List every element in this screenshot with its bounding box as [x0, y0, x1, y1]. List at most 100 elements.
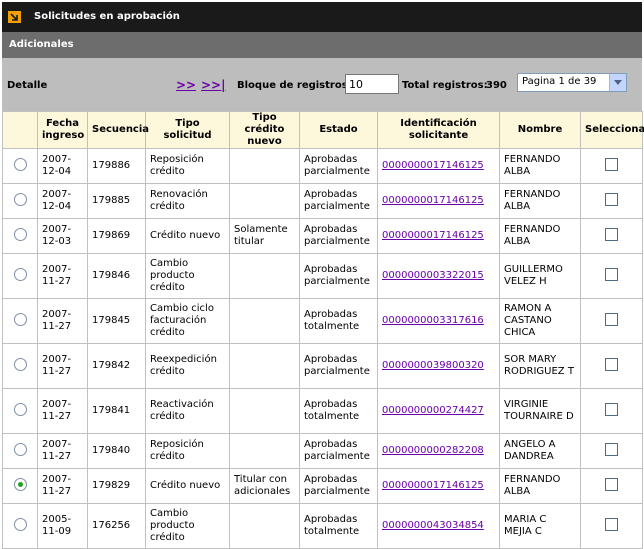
estado-cell: Aprobadas parcialmente [299, 343, 378, 389]
select-checkbox[interactable] [605, 227, 618, 241]
pagination-toolbar: Detalle >> >>| Bloque de registros: Tota… [2, 58, 642, 111]
identificacion-cell: 0000000003322015 [377, 253, 500, 299]
table-row: 2007-11-27 179842 Reexpedición crédito Apro… [2, 343, 643, 389]
identificacion-link[interactable]: 0000000003317616 [382, 315, 484, 326]
identificacion-cell: 0000000043034854 [377, 503, 500, 549]
row-radio[interactable] [13, 517, 27, 531]
tipo-cell: Reactivación crédito [145, 388, 230, 434]
col-header-tipo: Tipo solicitud [145, 111, 230, 149]
tipo-cell: Crédito nuevo [145, 468, 230, 504]
identificacion-link[interactable]: 0000000017146125 [382, 230, 484, 241]
row-radio-cell [2, 298, 38, 344]
fecha-cell: 2007-11-27 [37, 253, 88, 299]
nombre-cell: VIRGINIE TOURNAIRE D [499, 388, 581, 434]
row-radio[interactable] [13, 227, 27, 241]
row-radio[interactable] [13, 402, 27, 416]
select-checkbox[interactable] [605, 157, 618, 171]
seleccionar-cell [580, 148, 643, 184]
estado-cell: Aprobadas totalmente [299, 388, 378, 434]
col-header-radio [2, 111, 38, 149]
chevron-down-icon[interactable] [609, 74, 626, 91]
identificacion-link[interactable]: 0000000043034854 [382, 520, 484, 531]
select-checkbox[interactable] [605, 267, 618, 281]
row-radio[interactable] [13, 192, 27, 206]
seleccionar-cell [580, 388, 643, 434]
row-radio-cell [2, 433, 38, 469]
select-checkbox[interactable] [605, 357, 618, 371]
table-row: 2007-11-27 179845 Cambio ciclo facturación… [2, 298, 643, 344]
last-page-link[interactable]: >>| [201, 78, 226, 92]
block-size-input[interactable] [345, 74, 399, 94]
seleccionar-cell [580, 253, 643, 299]
requests-table: Fecha ingreso Secuencia Tipo solicitud T… [2, 111, 644, 549]
select-checkbox[interactable] [605, 312, 618, 326]
fecha-cell: 2007-12-03 [37, 218, 88, 254]
estado-cell: Aprobadas totalmente [299, 503, 378, 549]
fecha-cell: 2007-11-27 [37, 343, 88, 389]
credito-cell: Titular con adicionales [229, 468, 300, 504]
identificacion-link[interactable]: 0000000017146125 [382, 480, 484, 491]
page-select[interactable]: Pagina 1 de 39 [517, 73, 627, 92]
seleccionar-cell [580, 218, 643, 254]
secuencia-cell: 179885 [87, 183, 146, 219]
nombre-cell: FERNANDO ALBA [499, 183, 581, 219]
tipo-cell: Reexpedición crédito [145, 343, 230, 389]
identificacion-link[interactable]: 0000000017146125 [382, 195, 484, 206]
table-row: 2007-12-04 179885 Renovación crédito Aproba… [2, 183, 643, 219]
credito-cell [229, 433, 300, 469]
nombre-cell: FERNANDO ALBA [499, 218, 581, 254]
tipo-cell: Cambio ciclo facturación crédito [145, 298, 230, 344]
row-radio[interactable] [13, 267, 27, 281]
estado-cell: Aprobadas parcialmente [299, 183, 378, 219]
row-radio[interactable] [13, 357, 27, 371]
table-row: 2005-11-09 176256 Cambio producto crédito A… [2, 503, 643, 549]
fecha-cell: 2007-12-04 [37, 148, 88, 184]
table-row: 2007-12-04 179886 Reposición crédito Aproba… [2, 148, 643, 184]
select-checkbox[interactable] [605, 402, 618, 416]
credito-cell [229, 253, 300, 299]
fecha-cell: 2007-11-27 [37, 468, 88, 504]
row-radio[interactable] [13, 312, 27, 326]
identificacion-link[interactable]: 0000000017146125 [382, 160, 484, 171]
next-page-link[interactable]: >> [176, 78, 196, 92]
identificacion-link[interactable]: 0000000039800320 [382, 360, 484, 371]
table-header-row: Fecha ingreso Secuencia Tipo solicitud T… [2, 111, 644, 149]
nombre-cell: FERNANDO ALBA [499, 468, 581, 504]
total-records-value: 390 [486, 80, 507, 91]
secuencia-cell: 179842 [87, 343, 146, 389]
identificacion-cell: 0000000003317616 [377, 298, 500, 344]
secuencia-cell: 179829 [87, 468, 146, 504]
nombre-cell: MARIA C MEJIA C [499, 503, 581, 549]
col-header-secuencia: Secuencia [87, 111, 149, 149]
seleccionar-cell [580, 343, 643, 389]
col-header-nombre: Nombre [499, 111, 581, 149]
identificacion-cell: 0000000017146125 [377, 183, 500, 219]
section-bar: Adicionales [2, 32, 642, 58]
row-radio[interactable] [13, 477, 27, 491]
select-checkbox[interactable] [605, 442, 618, 456]
tipo-cell: Reposición crédito [145, 148, 230, 184]
estado-cell: Aprobadas parcialmente [299, 433, 378, 469]
select-checkbox[interactable] [605, 517, 618, 531]
fecha-cell: 2007-11-27 [37, 298, 88, 344]
identificacion-cell: 0000000017146125 [377, 468, 500, 504]
identificacion-link[interactable]: 0000000003322015 [382, 270, 484, 281]
secuencia-cell: 179845 [87, 298, 146, 344]
secuencia-cell: 179869 [87, 218, 146, 254]
credito-cell [229, 183, 300, 219]
table-row: 2007-11-27 179841 Reactivación crédito Apro… [2, 388, 643, 434]
identificacion-link[interactable]: 0000000000282208 [382, 445, 484, 456]
row-radio-cell [2, 388, 38, 434]
select-checkbox[interactable] [605, 477, 618, 491]
credito-cell: Solamente titular [229, 218, 300, 254]
fecha-cell: 2007-11-27 [37, 388, 88, 434]
secuencia-cell: 179841 [87, 388, 146, 434]
row-radio[interactable] [13, 157, 27, 171]
secuencia-cell: 179886 [87, 148, 146, 184]
row-radio-cell [2, 468, 38, 504]
credito-cell [229, 343, 300, 389]
identificacion-link[interactable]: 0000000000274427 [382, 405, 484, 416]
select-checkbox[interactable] [605, 192, 618, 206]
nombre-cell: SOR MARY RODRIGUEZ T [499, 343, 581, 389]
row-radio[interactable] [13, 442, 27, 456]
